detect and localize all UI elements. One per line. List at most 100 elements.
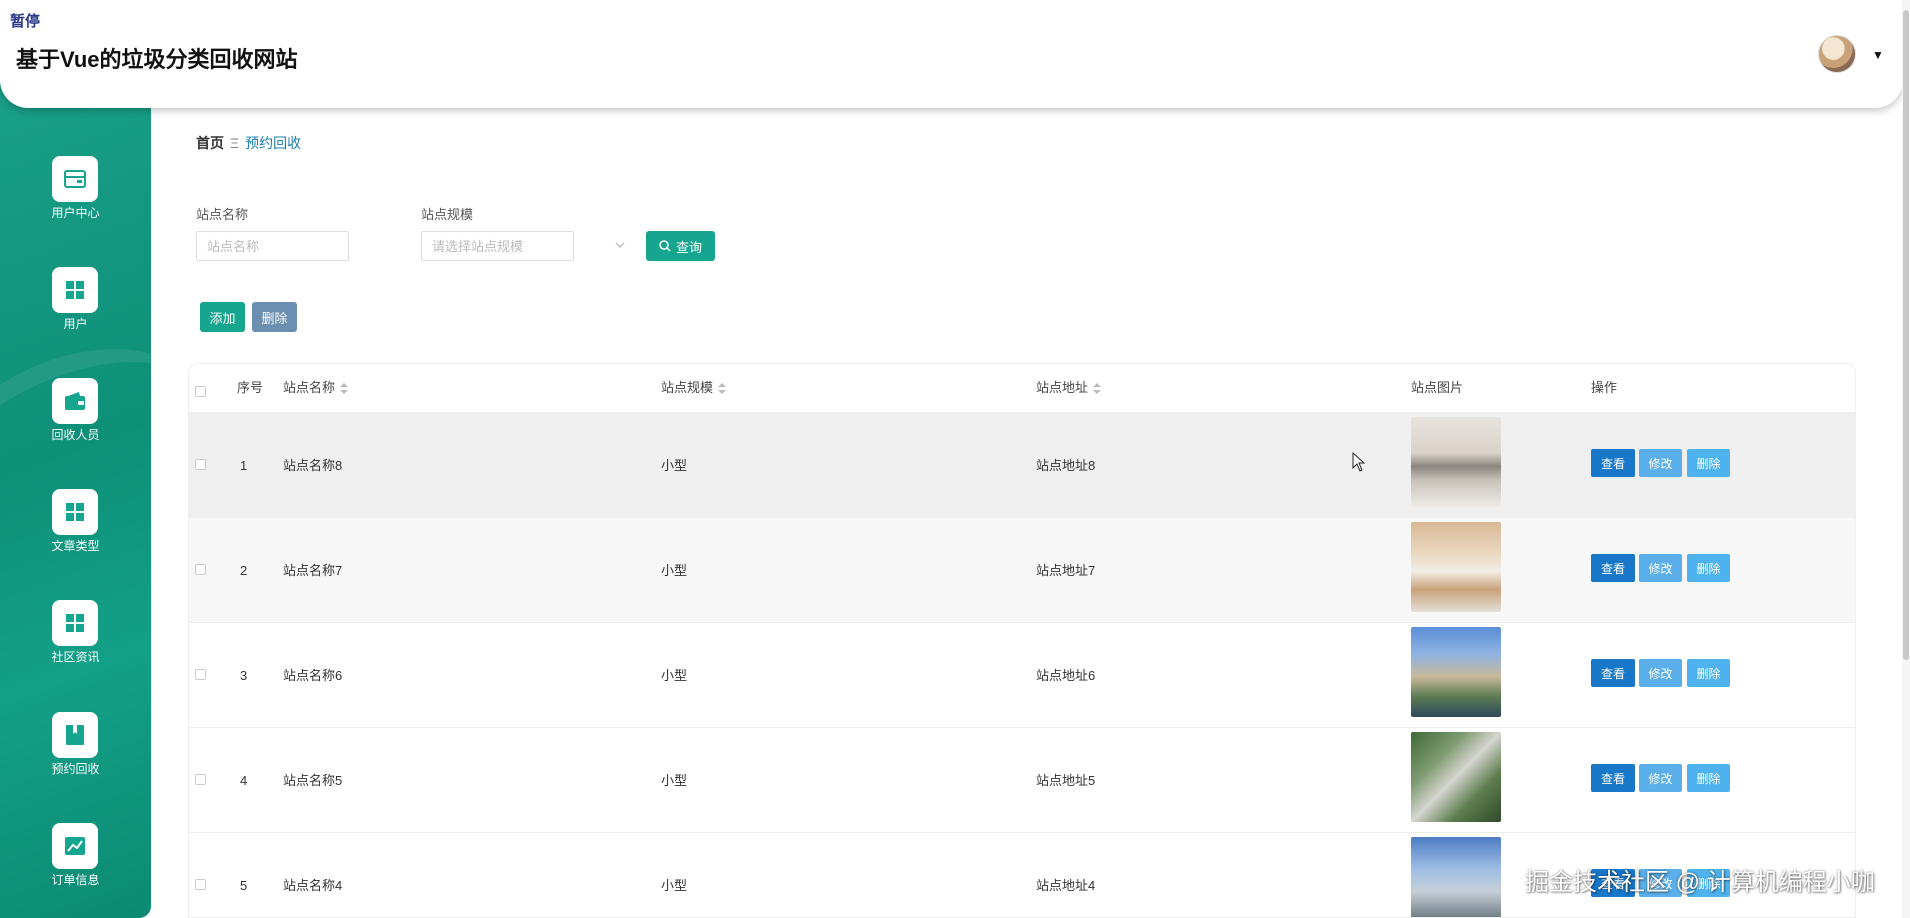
row-scale: 小型 [661, 668, 688, 683]
paused-label: 暂停 [10, 13, 41, 30]
scrollbar-thumb[interactable] [1903, 10, 1909, 660]
row-checkbox[interactable] [195, 459, 206, 470]
row-checkbox[interactable] [195, 564, 206, 575]
header-address[interactable]: 站点地址 [1036, 364, 1102, 412]
row-address: 站点地址6 [1036, 668, 1096, 683]
header-name[interactable]: 站点名称 [283, 364, 349, 412]
bulk-delete-button[interactable]: 删除 [252, 302, 297, 332]
name-filter-label: 站点名称 [196, 207, 249, 222]
site-image[interactable] [1411, 837, 1501, 917]
row-address: 站点地址5 [1036, 773, 1096, 788]
grid-icon [52, 267, 98, 313]
name-filter-input[interactable] [196, 231, 349, 261]
site-image[interactable] [1411, 732, 1501, 822]
delete-button[interactable]: 删除 [1687, 449, 1730, 477]
header-scale-label: 站点规模 [661, 380, 714, 395]
sort-icon[interactable] [718, 382, 727, 395]
row-address: 站点地址8 [1036, 458, 1096, 473]
header-address-label: 站点地址 [1036, 380, 1089, 395]
row-index: 1 [240, 458, 248, 473]
site-table: 序号 站点名称 站点规模 站点地址 站点图片 操作 1 站点名称8 小型 站点地… [188, 363, 1856, 918]
page: 暂停 基于Vue的垃圾分类回收网站 ▼ 用户中心 用户 回收人员 文章类型 社区… [0, 0, 1910, 918]
row-index: 3 [240, 668, 248, 683]
search-icon [659, 240, 671, 252]
row-address: 站点地址7 [1036, 563, 1096, 578]
table-row[interactable]: 1 站点名称8 小型 站点地址8 查看 修改 删除 [189, 412, 1855, 517]
table-row[interactable]: 3 站点名称6 小型 站点地址6 查看 修改 删除 [189, 622, 1855, 727]
caret-down-icon[interactable]: ▼ [1872, 48, 1884, 62]
book-icon [52, 712, 98, 758]
row-checkbox[interactable] [195, 879, 206, 890]
sidebar-item-label: 回收人员 [51, 428, 100, 442]
edit-button[interactable]: 修改 [1639, 659, 1682, 687]
edit-button[interactable]: 修改 [1639, 449, 1682, 477]
chevron-down-icon[interactable] [613, 238, 627, 252]
site-title: 基于Vue的垃圾分类回收网站 [16, 47, 298, 72]
sidebar-item-label: 用户中心 [51, 206, 100, 220]
sidebar-item-label: 用户 [63, 317, 88, 331]
grid-icon [52, 600, 98, 646]
row-address: 站点地址4 [1036, 878, 1096, 893]
row-scale: 小型 [661, 458, 688, 473]
search-button-label: 查询 [675, 239, 702, 255]
site-image[interactable] [1411, 627, 1501, 717]
avatar[interactable] [1818, 35, 1856, 73]
view-button[interactable]: 查看 [1591, 764, 1635, 792]
row-checkbox[interactable] [195, 774, 206, 785]
site-image[interactable] [1411, 417, 1501, 507]
sidebar-item-article-types[interactable]: 文章类型 [0, 489, 151, 579]
row-checkbox[interactable] [195, 669, 206, 680]
sidebar-item-recyclers[interactable]: 回收人员 [0, 378, 151, 468]
mouse-cursor-icon [1352, 452, 1366, 472]
row-scale: 小型 [661, 773, 688, 788]
breadcrumb-home[interactable]: 首页 [196, 135, 224, 151]
table-row[interactable]: 2 站点名称7 小型 站点地址7 查看 修改 删除 [189, 517, 1855, 622]
sidebar-item-orders[interactable]: 订单信息 [0, 823, 151, 913]
grid-icon [52, 489, 98, 535]
card-icon [52, 156, 98, 202]
header-image: 站点图片 [1411, 380, 1464, 395]
search-button[interactable]: 查询 [646, 231, 715, 261]
sidebar-item-community-news[interactable]: 社区资讯 [0, 600, 151, 690]
delete-button[interactable]: 删除 [1687, 554, 1730, 582]
header-scale[interactable]: 站点规模 [661, 364, 727, 412]
sort-icon[interactable] [1093, 382, 1102, 395]
sidebar-item-user-center[interactable]: 用户中心 [0, 156, 151, 246]
sidebar-item-recycle-booking[interactable]: 预约回收 [0, 712, 151, 802]
watermark: 掘金技术社区 @ 计算机编程小咖 [1525, 869, 1875, 896]
row-index: 4 [240, 773, 248, 788]
row-name: 站点名称5 [283, 773, 343, 788]
view-button[interactable]: 查看 [1591, 554, 1635, 582]
site-image[interactable] [1411, 522, 1501, 612]
table-header: 序号 站点名称 站点规模 站点地址 站点图片 操作 [189, 364, 1855, 412]
row-name: 站点名称8 [283, 458, 343, 473]
edit-button[interactable]: 修改 [1639, 554, 1682, 582]
row-name: 站点名称7 [283, 563, 343, 578]
sidebar-item-users[interactable]: 用户 [0, 267, 151, 357]
select-all-checkbox[interactable] [195, 386, 206, 397]
wallet-icon [52, 378, 98, 424]
row-name: 站点名称4 [283, 878, 343, 893]
sidebar: 用户中心 用户 回收人员 文章类型 社区资讯 预约回收 订单信息 [0, 60, 151, 918]
add-button[interactable]: 添加 [200, 302, 245, 332]
top-header: 暂停 基于Vue的垃圾分类回收网站 ▼ [0, 0, 1903, 108]
view-button[interactable]: 查看 [1591, 449, 1635, 477]
scale-filter-label: 站点规模 [421, 207, 474, 222]
delete-button[interactable]: 删除 [1687, 659, 1730, 687]
table-row[interactable]: 4 站点名称5 小型 站点地址5 查看 修改 删除 [189, 727, 1855, 832]
sidebar-item-label: 预约回收 [51, 762, 100, 776]
sidebar-item-label: 订单信息 [51, 873, 100, 887]
header-index: 序号 [237, 380, 264, 395]
breadcrumb: 首页 Ξ 预约回收 [196, 133, 301, 153]
row-index: 5 [240, 878, 248, 893]
row-scale: 小型 [661, 563, 688, 578]
sort-icon[interactable] [340, 382, 349, 395]
view-button[interactable]: 查看 [1591, 659, 1635, 687]
row-name: 站点名称6 [283, 668, 343, 683]
scale-select[interactable] [421, 231, 574, 261]
sidebar-item-label: 文章类型 [51, 539, 100, 553]
delete-button[interactable]: 删除 [1687, 764, 1730, 792]
chart-icon [52, 823, 98, 869]
breadcrumb-current[interactable]: 预约回收 [245, 135, 301, 151]
edit-button[interactable]: 修改 [1639, 764, 1682, 792]
